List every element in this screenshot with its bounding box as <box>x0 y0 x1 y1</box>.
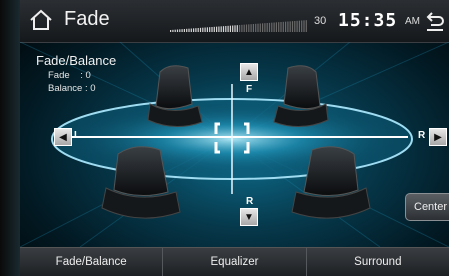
home-icon[interactable] <box>28 8 54 32</box>
info-title: Fade/Balance <box>36 53 117 68</box>
fade-balance-info: Fade/Balance Fade : 0 Balance : 0 <box>36 53 116 94</box>
balance-left-button[interactable]: ◀ <box>54 128 72 146</box>
left-label: L <box>74 130 81 141</box>
page-title: Fade <box>64 8 110 30</box>
fade-front-button[interactable]: ▲ <box>240 63 258 81</box>
fade-rear-button[interactable]: ▼ <box>240 208 258 226</box>
back-icon[interactable] <box>425 10 445 32</box>
bottom-tab-bar: Fade/Balance Equalizer Surround <box>20 247 449 276</box>
right-label: R <box>418 130 426 141</box>
volume-value: 30 <box>314 15 327 27</box>
volume-level-bar <box>170 20 307 32</box>
front-label: F <box>246 84 253 95</box>
rear-label: R <box>246 196 254 207</box>
clock: 15:35 <box>338 10 398 31</box>
top-header: Fade 30 15:35 AM <box>20 0 449 43</box>
front-left-seat <box>147 65 203 127</box>
fade-value: Fade : 0 <box>48 70 91 81</box>
center-button[interactable]: Center <box>405 193 449 221</box>
tab-equalizer[interactable]: Equalizer <box>163 248 307 276</box>
balance-right-button[interactable]: ▶ <box>429 128 447 146</box>
am-pm-indicator: AM <box>405 16 420 27</box>
front-right-seat <box>273 65 329 127</box>
left-strip <box>0 0 20 276</box>
fade-screen: Fade 30 15:35 AM ▲ F ▼ R ◀ L ▶ R Fade/Ba… <box>0 0 449 276</box>
tab-surround[interactable]: Surround <box>307 248 449 276</box>
tab-fade-balance[interactable]: Fade/Balance <box>20 248 164 276</box>
balance-value: Balance : 0 <box>48 83 96 94</box>
